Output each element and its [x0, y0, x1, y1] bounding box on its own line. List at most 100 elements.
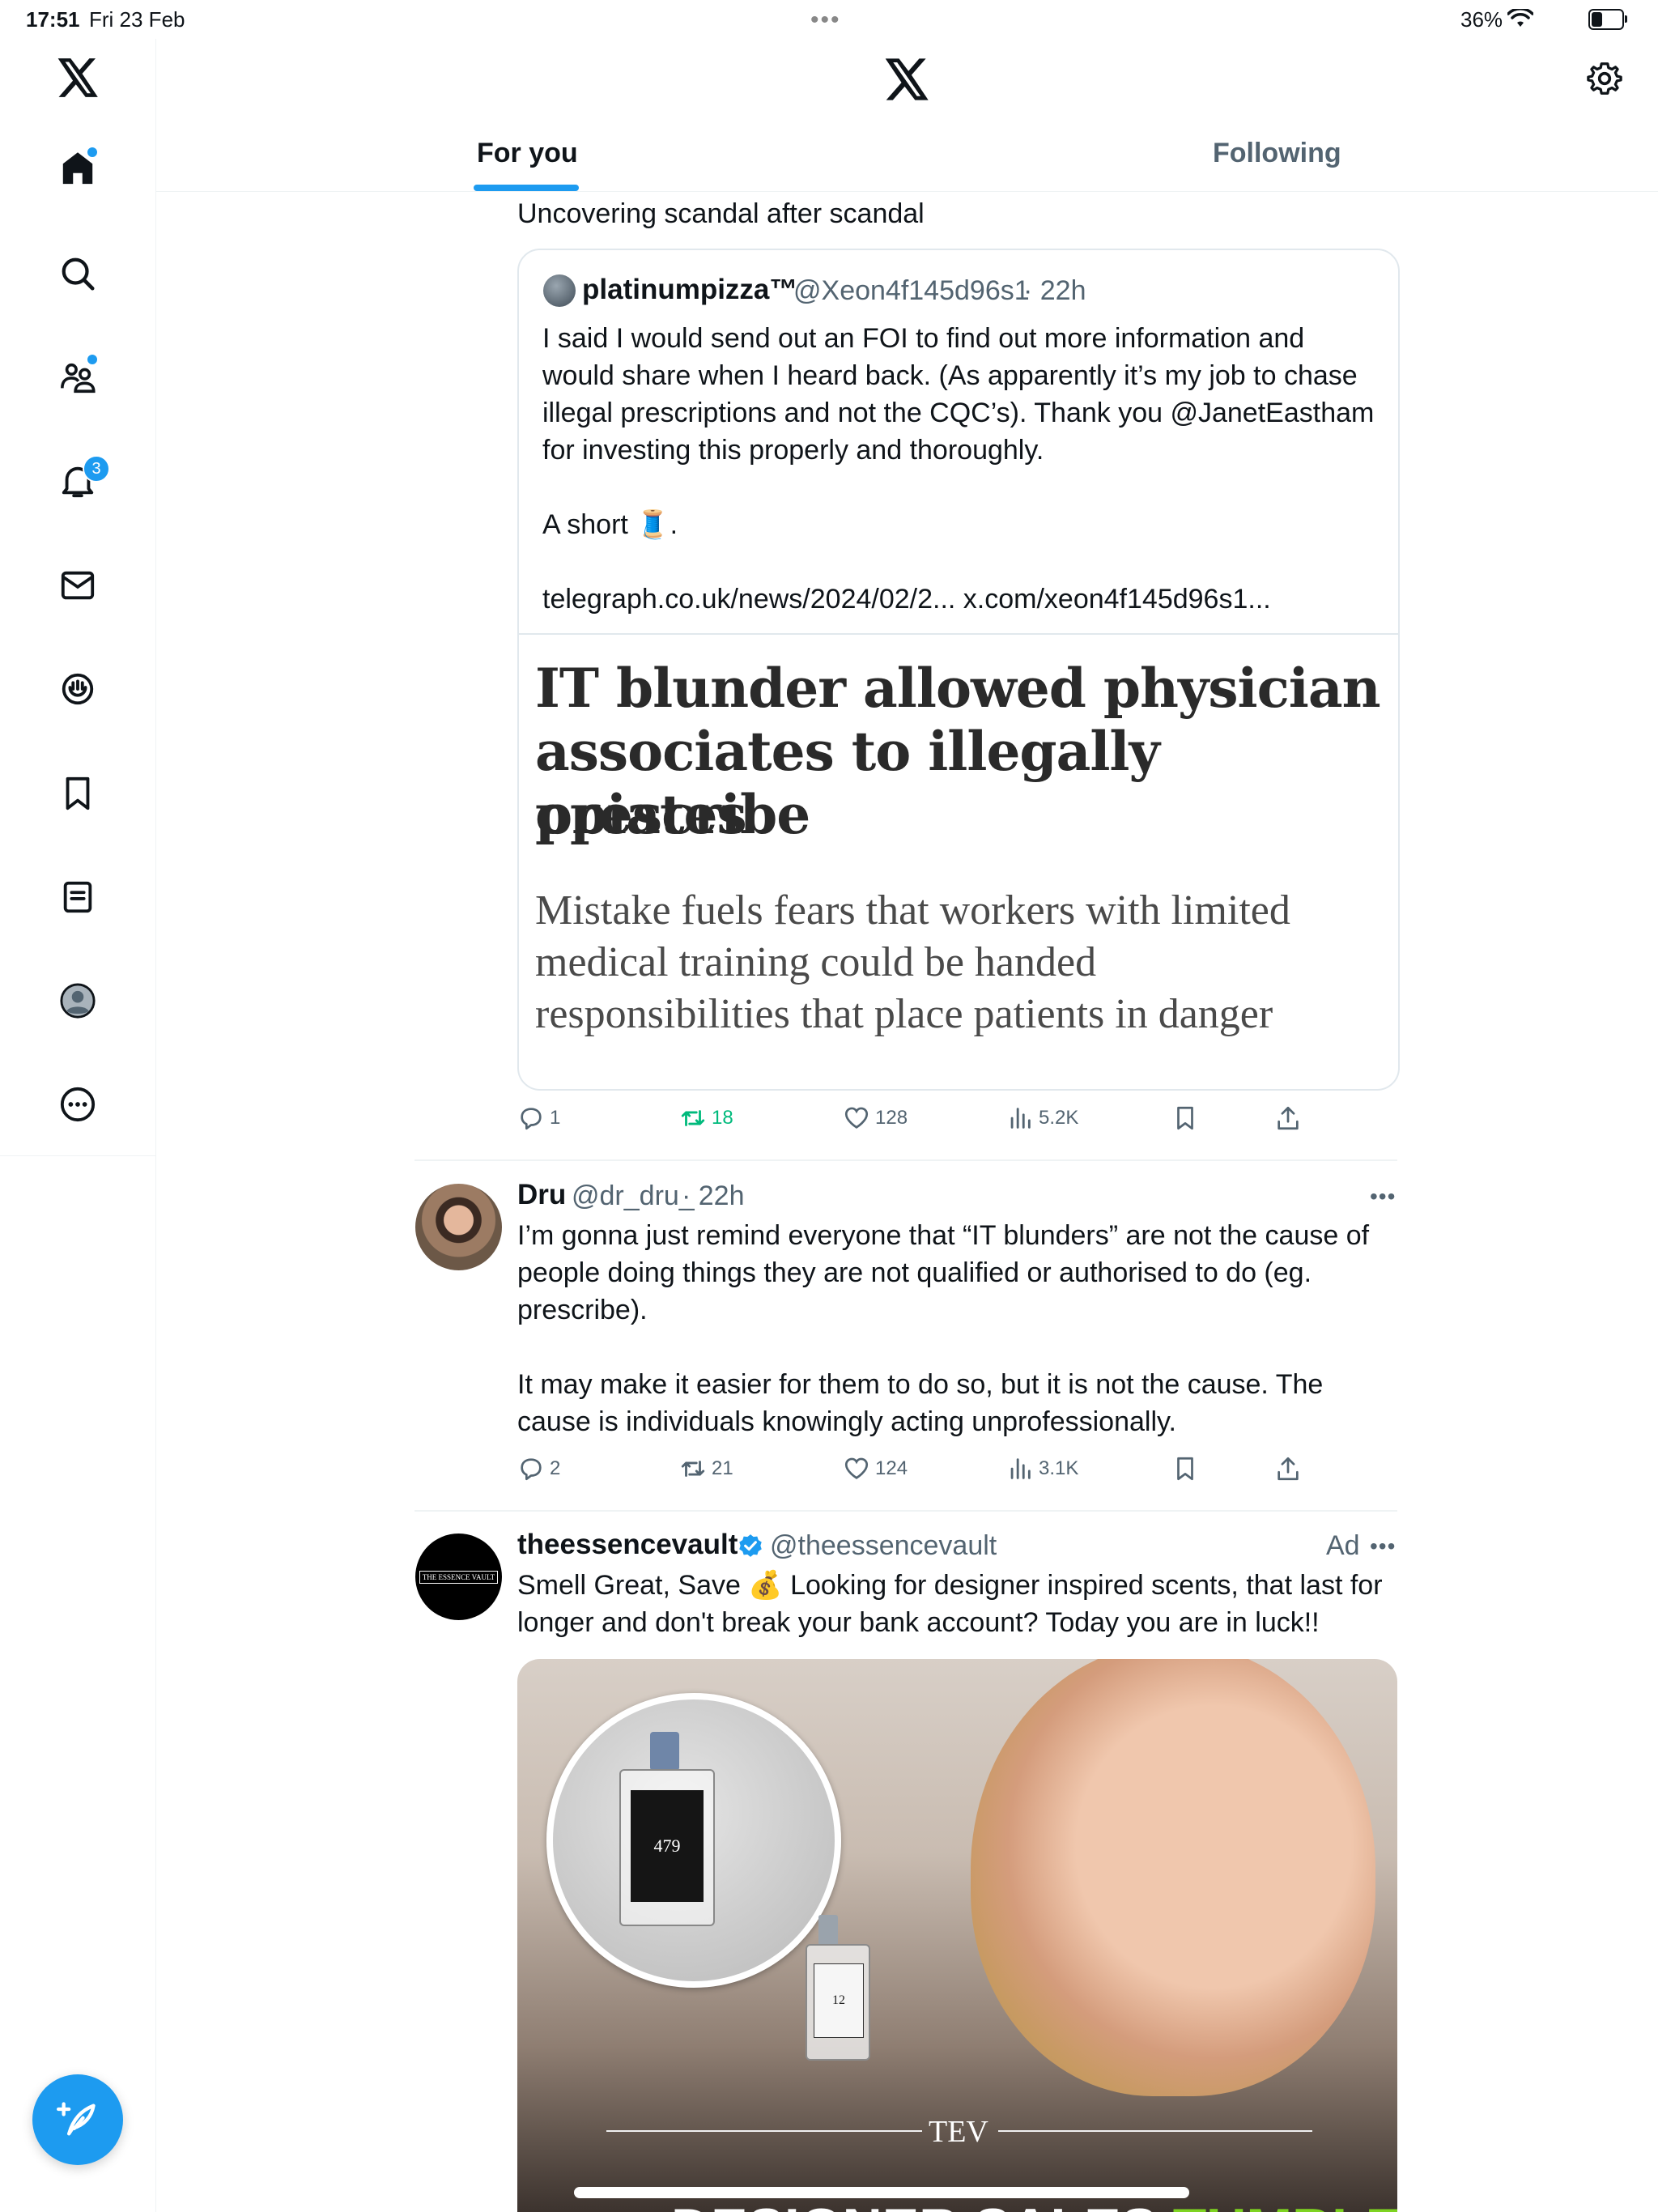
post2-more-icon[interactable]: ••• — [1370, 1184, 1396, 1210]
quoted-author-handle: @Xeon4f145d96s1 — [793, 275, 1030, 306]
more-icon — [60, 1087, 96, 1122]
share-icon — [1278, 1457, 1299, 1481]
post2-text-line-6: cause is individuals knowingly acting un… — [517, 1406, 1176, 1437]
views-button[interactable]: 5.2K — [1006, 1104, 1078, 1132]
quoted-text-line-1: I said I would send out an FOI to find o… — [542, 323, 1305, 354]
sidebar-item-explore[interactable] — [45, 241, 110, 306]
like-button[interactable]: 128 — [843, 1104, 908, 1132]
post2-text-line-2: people doing things they are not qualifi… — [517, 1257, 1312, 1288]
post3-more-icon[interactable]: ••• — [1370, 1534, 1396, 1559]
active-tab-indicator — [474, 185, 579, 191]
battery-percent: 36% — [1460, 7, 1503, 32]
profile-icon — [60, 983, 96, 1019]
thread-spool-icon: 🧵 — [636, 509, 670, 540]
ad-media-image[interactable]: 479 12 TEV DESIGNER SALES TUMBLE — [517, 1659, 1397, 2212]
like-count: 124 — [875, 1457, 908, 1479]
reply-button[interactable]: 2 — [517, 1455, 560, 1482]
x-logo-icon[interactable] — [57, 58, 100, 97]
repost-count: 21 — [712, 1457, 733, 1479]
article-headline-line-1[interactable]: IT blunder allowed physician — [535, 657, 1381, 720]
verified-badge-icon — [739, 1534, 762, 1557]
views-chart-icon — [1010, 1458, 1031, 1479]
reply-count: 1 — [550, 1107, 561, 1129]
sidebar-item-communities[interactable] — [45, 345, 110, 410]
sidebar-item-grok[interactable] — [45, 657, 110, 721]
sidebar-divider — [0, 1155, 155, 1156]
feather-plus-icon — [57, 2102, 96, 2136]
post3-author-handle[interactable]: @theessencevault — [770, 1530, 997, 1562]
x-logo-icon[interactable] — [885, 58, 930, 100]
post3-author-name[interactable]: theessencevault — [517, 1529, 738, 1561]
avatar-brand-text: THE ESSENCE VAULT — [419, 1570, 499, 1584]
quoted-short-text: A short — [542, 509, 628, 540]
perfume-bottle-1: 479 — [619, 1769, 715, 1926]
tab-following[interactable]: Following — [1213, 138, 1341, 169]
bottle-2-cap — [818, 1915, 838, 1946]
settings-gear-icon[interactable] — [1586, 60, 1623, 97]
tab-for-you[interactable]: For you — [477, 138, 578, 169]
sidebar-item-bookmarks[interactable] — [45, 761, 110, 826]
ad-banner-text: DESIGNER SALES TUMBLE — [671, 2197, 1397, 2212]
ad-banner-white: DESIGNER SALES — [671, 2197, 1158, 2212]
reply-icon — [521, 1458, 542, 1481]
post3-text-line-2: longer and don't break your bank account… — [517, 1607, 1320, 1638]
post2-author-name[interactable]: Dru — [517, 1179, 566, 1211]
sidebar-item-lists[interactable] — [45, 865, 110, 929]
bookmark-button[interactable] — [1171, 1455, 1199, 1482]
brand-line-right — [998, 2130, 1312, 2132]
quoted-text-line-2: would share when I heard back. (As appar… — [542, 360, 1358, 391]
post2-timestamp: · 22h — [682, 1180, 745, 1211]
repost-button[interactable]: 21 — [679, 1455, 733, 1482]
compose-button[interactable] — [32, 2074, 123, 2165]
heart-icon — [844, 1457, 869, 1479]
like-button[interactable]: 124 — [843, 1455, 908, 1482]
view-count: 5.2K — [1039, 1107, 1079, 1129]
bookmark-button[interactable] — [1171, 1104, 1199, 1132]
post-divider — [414, 1159, 1397, 1161]
status-date: Fri 23 Feb — [89, 7, 185, 32]
like-count: 128 — [875, 1107, 908, 1129]
battery-fill — [1592, 12, 1602, 27]
article-subhead-line-2: medical training could be handed — [535, 939, 1097, 985]
bookmark-icon — [66, 776, 90, 810]
post3-text-line-1: Smell Great, Save 💰 Looking for designer… — [517, 1570, 1383, 1601]
share-button[interactable] — [1274, 1455, 1302, 1482]
sidebar-item-profile[interactable] — [45, 968, 110, 1033]
sidebar-item-home[interactable] — [45, 136, 110, 201]
views-chart-icon — [1010, 1108, 1031, 1129]
views-button[interactable]: 3.1K — [1006, 1455, 1078, 1482]
quoted-author-name: platinumpizza™ — [582, 274, 798, 305]
bookmark-icon — [1177, 1457, 1193, 1481]
bottle-1-label: 479 — [631, 1790, 704, 1902]
notifications-badge: 3 — [83, 455, 110, 483]
bottle-2-label: 12 — [814, 1963, 864, 2038]
sidebar-item-messages[interactable] — [45, 553, 110, 618]
quoted-timestamp: · 22h — [1023, 275, 1086, 306]
dru-avatar[interactable] — [415, 1184, 502, 1270]
repost-icon — [681, 1110, 705, 1126]
theessencevault-avatar[interactable]: THE ESSENCE VAULT — [415, 1534, 502, 1620]
quoted-links[interactable]: telegraph.co.uk/news/2024/02/2... x.com/… — [542, 581, 1271, 618]
repost-button[interactable]: 18 — [679, 1104, 733, 1132]
view-count: 3.1K — [1039, 1457, 1079, 1479]
article-headline-line-3[interactable]: opiates — [535, 783, 747, 846]
reply-button[interactable]: 1 — [517, 1104, 560, 1132]
status-time: 17:51 — [26, 7, 80, 32]
grok-icon — [62, 673, 94, 705]
repost-icon — [681, 1461, 705, 1477]
brand-line-left — [606, 2130, 922, 2132]
battery-icon — [1588, 9, 1627, 30]
home-notification-dot — [86, 146, 99, 159]
share-icon — [1278, 1106, 1299, 1130]
quoted-short-line: A short 🧵. — [542, 506, 678, 543]
share-button[interactable] — [1274, 1104, 1302, 1132]
sidebar-item-more[interactable] — [45, 1072, 110, 1137]
quoted-text-line-4: for investing this properly and thorough… — [542, 435, 1044, 466]
search-icon — [62, 257, 95, 291]
post2-author-handle[interactable]: @dr_dru_ — [572, 1180, 695, 1212]
quoted-post-card[interactable]: platinumpizza™ @Xeon4f145d96s1 · 22h I s… — [517, 249, 1400, 1091]
sidebar-item-notifications[interactable]: 3 — [45, 449, 110, 513]
brand-mark-text: TEV — [929, 2115, 988, 2149]
multitasking-dots-icon[interactable]: ••• — [810, 6, 841, 34]
ad-label: Ad — [1326, 1530, 1360, 1561]
